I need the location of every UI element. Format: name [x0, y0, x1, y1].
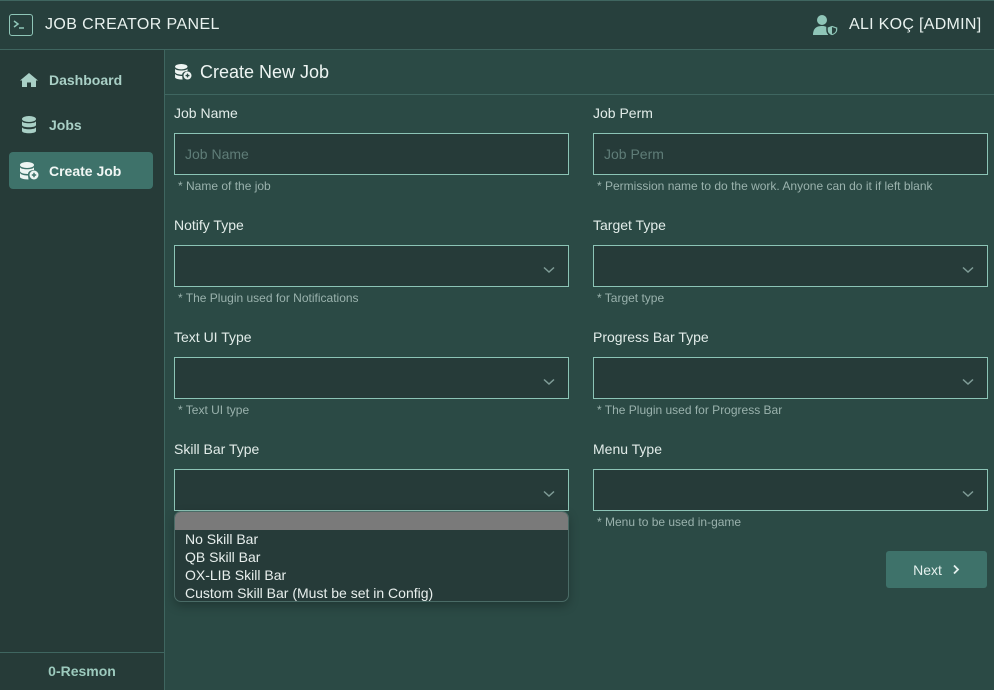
progress-bar-type-field: Progress Bar Type * The Plugin used for …	[593, 329, 988, 417]
skill-bar-type-select[interactable]	[174, 469, 569, 511]
job-perm-input[interactable]	[594, 134, 987, 174]
sidebar-footer: 0-Resmon	[0, 652, 164, 690]
job-perm-label: Job Perm	[593, 105, 653, 121]
sidebar-item-jobs[interactable]: Jobs	[9, 106, 153, 143]
database-add-icon	[175, 64, 192, 85]
menu-type-field: Menu Type * Menu to be used in-game	[593, 441, 988, 529]
database-icon	[9, 115, 49, 134]
notify-type-label: Notify Type	[174, 217, 244, 233]
user-name[interactable]: ALI KOÇ [ADMIN]	[849, 16, 982, 34]
menu-type-label: Menu Type	[593, 441, 663, 457]
next-button-label: Next	[913, 561, 942, 578]
job-name-input[interactable]	[175, 134, 568, 174]
sidebar-item-create-job[interactable]: Create Job	[9, 152, 153, 189]
notify-type-help: * The Plugin used for Notifications	[178, 291, 359, 305]
chevron-right-icon	[952, 562, 960, 578]
chevron-down-icon	[962, 261, 974, 279]
sidebar-item-label: Create Job	[49, 162, 122, 179]
chevron-down-icon	[962, 485, 974, 503]
notify-type-select[interactable]	[174, 245, 569, 287]
user-shield-icon	[813, 14, 839, 41]
job-perm-help: * Permission name to do the work. Anyone…	[597, 179, 933, 193]
progress-bar-type-select[interactable]	[593, 357, 988, 399]
progress-bar-type-label: Progress Bar Type	[593, 329, 709, 345]
text-ui-type-label: Text UI Type	[174, 329, 252, 345]
skill-bar-type-field: Skill Bar Type	[174, 441, 569, 511]
dropdown-option-no-skill-bar[interactable]: No Skill Bar	[175, 530, 568, 548]
text-ui-type-select[interactable]	[174, 357, 569, 399]
dropdown-option-ox-lib-skill-bar[interactable]: OX-LIB Skill Bar	[175, 566, 568, 584]
text-ui-type-field: Text UI Type * Text UI type	[174, 329, 569, 417]
sidebar-item-dashboard[interactable]: Dashboard	[9, 61, 153, 98]
page-title: Create New Job	[200, 62, 330, 82]
main-content: Create New Job Job Name * Name of the jo…	[165, 50, 994, 690]
text-ui-type-help: * Text UI type	[178, 403, 250, 417]
skill-bar-type-dropdown: No Skill Bar QB Skill Bar OX-LIB Skill B…	[174, 511, 569, 602]
dropdown-option-empty[interactable]	[175, 512, 568, 530]
database-add-icon	[9, 161, 49, 180]
menu-type-select[interactable]	[593, 469, 988, 511]
skill-bar-type-label: Skill Bar Type	[174, 441, 260, 457]
job-perm-box	[593, 133, 988, 175]
dropdown-option-qb-skill-bar[interactable]: QB Skill Bar	[175, 548, 568, 566]
job-name-label: Job Name	[174, 105, 238, 121]
job-perm-field: Job Perm * Permission name to do the wor…	[593, 105, 988, 193]
top-bar: JOB CREATOR PANEL ALI KOÇ [ADMIN]	[0, 0, 994, 50]
chevron-down-icon	[543, 485, 555, 503]
job-name-help: * Name of the job	[178, 179, 271, 193]
sidebar: Dashboard Jobs Create Job 0-Resmon	[0, 50, 165, 690]
target-type-select[interactable]	[593, 245, 988, 287]
sidebar-item-label: Jobs	[49, 116, 82, 133]
notify-type-field: Notify Type * The Plugin used for Notifi…	[174, 217, 569, 305]
menu-type-help: * Menu to be used in-game	[597, 515, 742, 529]
job-name-field: Job Name * Name of the job	[174, 105, 569, 193]
chevron-down-icon	[543, 373, 555, 391]
job-name-box	[174, 133, 569, 175]
chevron-down-icon	[543, 261, 555, 279]
app-title: JOB CREATOR PANEL	[45, 16, 220, 33]
dropdown-option-custom-skill-bar[interactable]: Custom Skill Bar (Must be set in Config)	[175, 584, 568, 601]
page-header: Create New Job	[165, 50, 994, 95]
target-type-label: Target Type	[593, 217, 666, 233]
sidebar-item-label: Dashboard	[49, 71, 123, 88]
home-icon	[9, 72, 49, 88]
terminal-icon	[9, 14, 33, 36]
target-type-field: Target Type * Target type	[593, 217, 988, 305]
target-type-help: * Target type	[597, 291, 665, 305]
progress-bar-type-help: * The Plugin used for Progress Bar	[597, 403, 783, 417]
next-button[interactable]: Next	[886, 551, 987, 588]
chevron-down-icon	[962, 373, 974, 391]
